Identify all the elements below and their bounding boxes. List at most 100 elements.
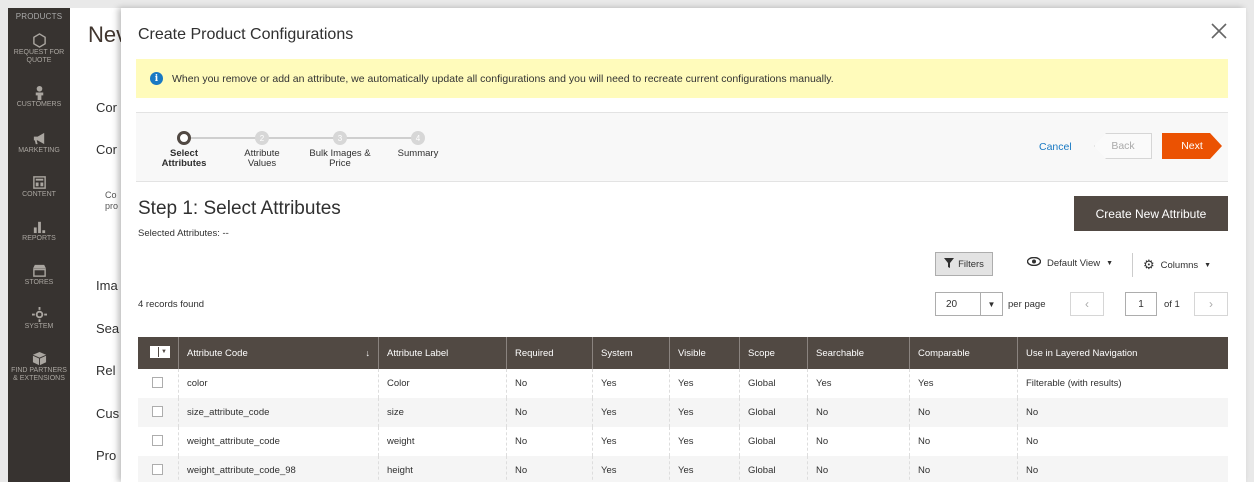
step-1-dot[interactable] <box>177 131 191 145</box>
create-new-attribute-button[interactable]: Create New Attribute <box>1074 196 1228 231</box>
step-2-dot[interactable]: 2 <box>255 131 269 145</box>
notice-message: i When you remove or add an attribute, w… <box>136 59 1228 98</box>
table-cell: No <box>1017 456 1228 482</box>
step-2-label[interactable]: Attribute Values <box>227 149 297 169</box>
table-cell: weight <box>378 427 507 456</box>
sidebar-item-label: CONTENT <box>22 191 56 198</box>
sidebar-item-system[interactable]: SYSTEM <box>8 305 70 331</box>
default-view-dropdown[interactable]: Default View ▼ <box>1026 256 1113 269</box>
column-header-layered-navigation[interactable]: Use in Layered Navigation <box>1017 337 1228 369</box>
table-cell: height <box>378 456 507 482</box>
box-icon <box>29 349 49 367</box>
column-header-scope[interactable]: Scope <box>739 337 808 369</box>
row-checkbox[interactable] <box>152 463 163 475</box>
table-cell: No <box>506 456 593 482</box>
background-section: Rel <box>96 363 116 378</box>
column-header-visible[interactable]: Visible <box>669 337 740 369</box>
sidebar-item-content[interactable]: CONTENT <box>8 173 70 199</box>
table-cell: No <box>506 398 593 427</box>
table-cell: No <box>807 427 910 456</box>
close-icon[interactable] <box>1210 22 1228 40</box>
table-cell: No <box>1017 427 1228 456</box>
table-cell: Yes <box>669 456 740 482</box>
sidebar-item-label: SYSTEM <box>24 323 54 330</box>
background-section: Sea <box>96 321 120 336</box>
column-header-comparable[interactable]: Comparable <box>909 337 1018 369</box>
sidebar-item-find-partners-extensions[interactable]: FIND PARTNERS & EXTENSIONS <box>8 349 70 383</box>
row-checkbox[interactable] <box>152 434 163 446</box>
next-button[interactable]: Next <box>1162 133 1222 159</box>
back-button[interactable]: Back <box>1094 133 1152 159</box>
steps-progress-line <box>184 137 418 139</box>
step-3-label[interactable]: Bulk Images & Price <box>305 149 375 169</box>
sidebar-item-label: REPORTS <box>22 235 56 242</box>
table-cell: No <box>909 398 1018 427</box>
table-cell: Color <box>378 369 507 398</box>
step-4-label[interactable]: Summary <box>383 149 453 159</box>
table-cell: Yes <box>669 427 740 456</box>
table-row[interactable]: weight_attribute_code weight No Yes Yes Globa… <box>138 427 1228 456</box>
chevron-down-icon[interactable]: ▼ <box>980 293 1002 315</box>
table-cell: Yes <box>807 369 910 398</box>
column-header-system[interactable]: System <box>592 337 670 369</box>
hexagon-icon <box>29 31 49 49</box>
table-cell: weight_attribute_code_98 <box>178 456 379 482</box>
previous-page-button[interactable]: ‹ <box>1070 292 1104 316</box>
row-select-cell <box>138 398 179 427</box>
filters-button[interactable]: Filters <box>935 252 993 276</box>
table-cell: size_attribute_code <box>178 398 379 427</box>
sidebar-item-stores[interactable]: STORES <box>8 261 70 287</box>
gear-icon: ⚙ <box>1143 257 1155 272</box>
step-3-dot[interactable]: 3 <box>333 131 347 145</box>
mass-select-checkbox[interactable]: ▼ <box>150 346 170 358</box>
megaphone-icon <box>29 129 49 147</box>
step-4-dot[interactable]: 4 <box>411 131 425 145</box>
step-1-label[interactable]: Select Attributes <box>149 149 219 169</box>
table-cell: Global <box>739 427 808 456</box>
table-cell: No <box>909 427 1018 456</box>
column-header-attribute-label[interactable]: Attribute Label <box>378 337 507 369</box>
wizard-steps: 2 3 4 Select Attributes Attribute Values… <box>136 112 1228 182</box>
sidebar-item-label: MARKETING <box>18 147 60 154</box>
sidebar-item-reports[interactable]: REPORTS <box>8 217 70 243</box>
table-cell: Global <box>739 369 808 398</box>
table-row[interactable]: color Color No Yes Yes Global Yes Yes Filterable… <box>138 369 1228 398</box>
background-section: Ima <box>96 278 118 293</box>
admin-sidebar: PRODUCTS REQUEST FOR QUOTE CUSTOMERS MARKE… <box>8 8 70 482</box>
table-row[interactable]: weight_attribute_code_98 height No Yes Yes Gl… <box>138 456 1228 482</box>
background-section: Cor <box>96 100 117 115</box>
filters-label: Filters <box>958 258 984 270</box>
table-cell: Yes <box>669 398 740 427</box>
sidebar-item-marketing[interactable]: MARKETING <box>8 129 70 155</box>
store-icon <box>29 261 49 279</box>
sidebar-item-products[interactable]: PRODUCTS <box>8 8 70 21</box>
step-label-line: Summary <box>397 148 439 159</box>
sidebar-item-label: CUSTOMERS <box>16 101 62 108</box>
view-label: Default View <box>1047 257 1101 269</box>
column-header-attribute-code[interactable]: Attribute Code ↓ <box>178 337 379 369</box>
next-page-button[interactable]: › <box>1194 292 1228 316</box>
table-cell: No <box>807 456 910 482</box>
row-checkbox[interactable] <box>152 376 163 388</box>
table-cell: No <box>506 427 593 456</box>
step-label-line: Price <box>329 158 351 169</box>
per-page-select[interactable]: 20 ▼ <box>935 292 1003 316</box>
table-cell: Global <box>739 398 808 427</box>
chevron-down-icon: ▼ <box>1204 261 1212 269</box>
sidebar-item-request-for-quote[interactable]: REQUEST FOR QUOTE <box>8 31 70 65</box>
sidebar-item-customers[interactable]: CUSTOMERS <box>8 83 70 109</box>
current-page-input[interactable]: 1 <box>1125 292 1157 316</box>
table-cell: Yes <box>592 398 670 427</box>
column-header-searchable[interactable]: Searchable <box>807 337 910 369</box>
table-cell: Yes <box>592 427 670 456</box>
cancel-button[interactable]: Cancel <box>1039 141 1072 153</box>
records-found: 4 records found <box>138 299 205 310</box>
table-row[interactable]: size_attribute_code size No Yes Yes Global No N… <box>138 398 1228 427</box>
mass-select-header[interactable]: ▼ <box>138 337 179 369</box>
modal-title: Create Product Configurations <box>138 26 354 43</box>
columns-dropdown[interactable]: ⚙ Columns ▼ <box>1143 257 1211 273</box>
column-header-required[interactable]: Required <box>506 337 593 369</box>
row-checkbox[interactable] <box>152 405 163 417</box>
table-cell: No <box>506 369 593 398</box>
notice-text: When you remove or add an attribute, we … <box>172 72 834 85</box>
